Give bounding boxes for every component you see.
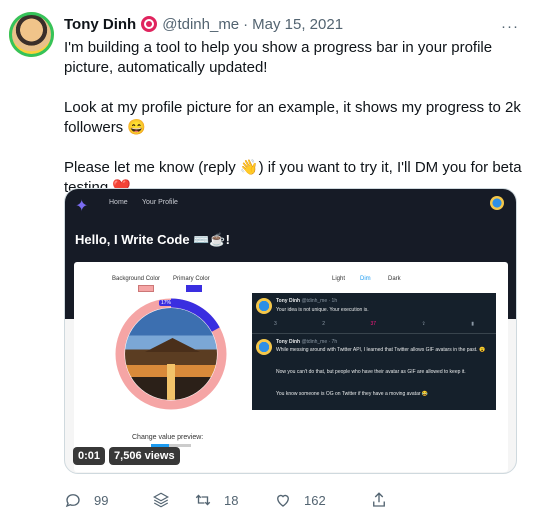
dark-tweet-2-text-a: While messing around with Twitter API, I… — [276, 347, 486, 353]
reply-count: 99 — [94, 492, 109, 508]
dark-tweet-2-name: Tony Dinh — [276, 339, 301, 345]
tab-dark: Dark — [388, 276, 401, 282]
dark-tweet-2-text-c: You know someone is OG on Twitter if the… — [276, 391, 429, 397]
separator-dot: · — [243, 15, 249, 33]
share-button[interactable] — [370, 491, 388, 509]
app-logo-icon: ✦ — [75, 198, 89, 215]
video-player[interactable]: ✦ Home Your Profile Hello, I Write Code … — [64, 188, 517, 474]
collection-button[interactable] — [152, 491, 170, 509]
primary-color-label: Primary Color — [173, 276, 210, 282]
primary-color-swatch — [186, 285, 202, 292]
retweet-count: 18 — [224, 492, 239, 508]
reply-icon — [65, 494, 80, 508]
dark-tweet-1-text: Your idea is not unique. Your execution … — [276, 307, 369, 313]
tweet-date[interactable]: May 15, 2021 — [252, 16, 343, 33]
video-user-avatar — [490, 196, 504, 210]
heart-icon — [277, 494, 289, 507]
profile-photo-preview — [125, 308, 217, 400]
progress-ring-preview: 17% — [115, 298, 227, 410]
author-name[interactable]: Tony Dinh — [64, 16, 136, 33]
dark-tweet-1-share-icon: ⇪ — [421, 321, 426, 327]
dark-tweet-separator — [252, 333, 496, 334]
tweet-actions: 99 18 162 — [64, 490, 454, 510]
tweet-paragraph-1: I'm building a tool to help you show a p… — [64, 39, 493, 76]
dark-tweet-1-handle: @tdinh_me · 1h — [301, 298, 338, 304]
video-view-count: 7,506 views — [109, 447, 180, 465]
tab-light: Light — [332, 276, 346, 282]
like-count: 162 — [304, 492, 326, 508]
author-avatar[interactable] — [9, 12, 54, 57]
video-settings-panel: Background Color Primary Color Light Dim… — [74, 262, 508, 472]
retweet-icon — [195, 494, 211, 506]
layers-icon — [153, 492, 169, 508]
reply-button[interactable]: 99 — [64, 491, 108, 509]
change-value-preview-label: Change value preview: — [132, 434, 204, 441]
tweet-text: I'm building a tool to help you show a p… — [64, 38, 524, 198]
dark-tweet-1-actions: 3 2 37 ⇪ ▮ — [274, 321, 474, 327]
video-overlay-badges: 0:01 7,506 views — [73, 447, 180, 465]
dark-tweet-1-avatar — [256, 298, 272, 314]
more-options-icon[interactable]: ··· — [501, 18, 519, 35]
dark-tweet-2-text-b: Now you can't do that, but people who ha… — [276, 369, 466, 375]
video-timestamp: 0:01 — [73, 447, 106, 465]
tweet-header: Tony Dinh @tdinh_me · May 15, 2021 — [64, 14, 504, 34]
video-nav-home: Home — [109, 199, 128, 206]
background-color-swatch — [138, 285, 154, 292]
author-handle[interactable]: @tdinh_me — [162, 16, 239, 33]
tab-dim: Dim — [360, 276, 371, 282]
dark-tweet-1-stats-icon: ▮ — [471, 321, 474, 327]
dark-tweet-1-reply-count: 3 — [274, 321, 277, 327]
video-nav-profile: Your Profile — [142, 199, 178, 206]
dark-tweet-2-handle: @tdinh_me · 7h — [301, 339, 338, 345]
background-color-label: Background Color — [112, 276, 161, 282]
dark-tweet-1-name: Tony Dinh — [276, 298, 301, 304]
progress-percent-label: 17% — [159, 300, 174, 306]
dark-tweet-1-like-count: 37 — [370, 321, 377, 327]
tweet-paragraph-2: Look at my profile picture for an exampl… — [64, 99, 521, 136]
tweet[interactable]: Tony Dinh @tdinh_me · May 15, 2021 ··· I… — [0, 0, 537, 528]
share-icon — [373, 492, 385, 507]
dark-tweet-1-header: Tony Dinh @tdinh_me · 1h — [276, 298, 504, 305]
video-headline: Hello, I Write Code ⌨️☕! — [75, 232, 230, 247]
dark-tweet-2-header: Tony Dinh @tdinh_me · 7h — [276, 339, 504, 346]
retweet-button[interactable]: 18 — [194, 491, 238, 509]
dark-tweet-2-avatar — [256, 339, 272, 355]
target-emoji-icon — [141, 16, 158, 32]
like-button[interactable]: 162 — [274, 491, 326, 509]
dark-timeline-preview: Tony Dinh @tdinh_me · 1h Your idea is no… — [252, 293, 496, 410]
dark-tweet-1-retweet-count: 2 — [322, 321, 326, 327]
